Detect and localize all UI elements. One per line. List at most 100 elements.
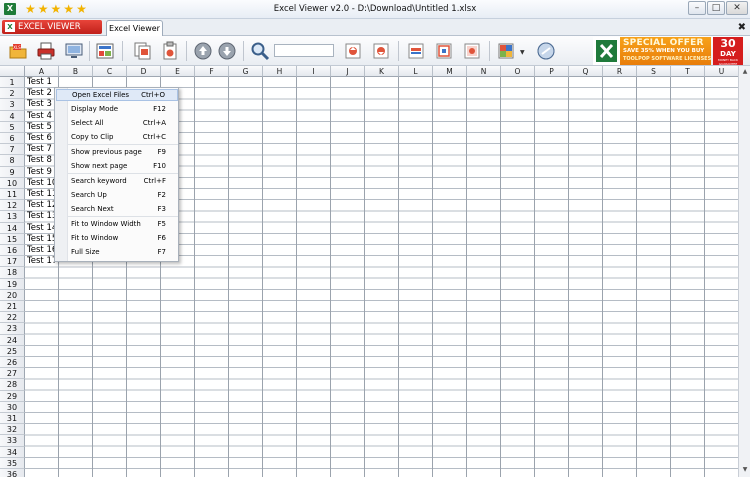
menu-item-show-next-page[interactable]: Show next page F10	[56, 160, 178, 172]
row-header[interactable]: 29	[0, 390, 25, 402]
row-header[interactable]: 28	[0, 379, 25, 391]
menu-item-open-excel-files[interactable]: Open Excel Files Ctrl+O	[56, 89, 178, 101]
maximize-button[interactable]: □	[707, 1, 725, 15]
column-header-t[interactable]: T	[671, 66, 705, 77]
row-header[interactable]: 23	[0, 323, 25, 335]
column-header-i[interactable]: I	[297, 66, 331, 77]
column-header-q[interactable]: Q	[569, 66, 603, 77]
help-button[interactable]	[536, 41, 556, 61]
select-all-button[interactable]	[95, 41, 115, 61]
column-header-f[interactable]: F	[195, 66, 229, 77]
row-header[interactable]: 12	[0, 200, 25, 212]
row-header[interactable]: 34	[0, 446, 25, 458]
scroll-up-arrow-icon[interactable]: ▲	[740, 67, 750, 77]
row-header[interactable]: 5	[0, 121, 25, 133]
column-header-u[interactable]: U	[705, 66, 738, 77]
vertical-scrollbar[interactable]: ▲ ▼	[738, 66, 750, 477]
search-button[interactable]	[250, 41, 270, 61]
row-header[interactable]: 19	[0, 278, 25, 290]
tab-excel-viewer[interactable]: Excel Viewer	[106, 20, 163, 36]
row-header[interactable]: 32	[0, 424, 25, 436]
column-header-l[interactable]: L	[399, 66, 433, 77]
menu-item-fit-to-window[interactable]: Fit to Window F6	[56, 232, 178, 244]
search-input[interactable]	[274, 44, 334, 57]
menu-item-search-next[interactable]: Search Next F3	[56, 203, 178, 215]
open-folder-button[interactable]: XLS	[8, 41, 28, 61]
row-header[interactable]: 30	[0, 401, 25, 413]
menu-item-search-up[interactable]: Search Up F2	[56, 189, 178, 201]
row-header[interactable]: 27	[0, 368, 25, 380]
full-size-button[interactable]	[462, 41, 482, 61]
row-header[interactable]: 2	[0, 88, 25, 100]
close-button[interactable]: ✕	[726, 1, 748, 15]
menu-item-show-previous-page[interactable]: Show previous page F9	[56, 146, 178, 158]
toolbar-separator	[243, 41, 244, 61]
column-header-s[interactable]: S	[637, 66, 671, 77]
row-header[interactable]: 3	[0, 99, 25, 111]
search-next-button[interactable]	[371, 41, 391, 61]
search-up-button[interactable]	[343, 41, 363, 61]
row-header[interactable]: 21	[0, 301, 25, 313]
fit-width-button[interactable]	[406, 41, 426, 61]
column-header-h[interactable]: H	[263, 66, 297, 77]
row-header[interactable]: 8	[0, 155, 25, 167]
menu-item-search-keyword[interactable]: Search keyword Ctrl+F	[56, 175, 178, 187]
column-header-d[interactable]: D	[127, 66, 161, 77]
row-header[interactable]: 15	[0, 233, 25, 245]
toolbar-separator	[489, 41, 490, 61]
row-header[interactable]: 14	[0, 222, 25, 234]
next-page-button[interactable]	[217, 41, 237, 61]
row-header[interactable]: 31	[0, 413, 25, 425]
row-header[interactable]: 22	[0, 312, 25, 324]
row-header[interactable]: 25	[0, 345, 25, 357]
row-header[interactable]: 6	[0, 133, 25, 145]
close-tab-icon[interactable]: ✖	[738, 19, 746, 36]
column-header-j[interactable]: J	[331, 66, 365, 77]
row-header[interactable]: 9	[0, 166, 25, 178]
row-header[interactable]: 16	[0, 245, 25, 257]
row-header[interactable]: 7	[0, 144, 25, 156]
column-header-r[interactable]: R	[603, 66, 637, 77]
row-header[interactable]: 11	[0, 189, 25, 201]
row-header[interactable]: 26	[0, 357, 25, 369]
column-header-a[interactable]: A	[25, 66, 59, 77]
column-header-m[interactable]: M	[433, 66, 467, 77]
menu-item-display-mode[interactable]: Display Mode F12	[56, 103, 178, 115]
display-mode-button[interactable]	[64, 41, 84, 61]
row-header[interactable]: 24	[0, 334, 25, 346]
column-header-c[interactable]: C	[93, 66, 127, 77]
scroll-down-arrow-icon[interactable]: ▼	[740, 465, 750, 475]
row-header[interactable]: 35	[0, 457, 25, 469]
row-header[interactable]: 18	[0, 267, 25, 279]
row-header[interactable]: 13	[0, 211, 25, 223]
print-button[interactable]	[36, 41, 56, 61]
column-header-p[interactable]: P	[535, 66, 569, 77]
ad-days-label: DAY	[720, 50, 736, 58]
menu-item-select-all[interactable]: Select All Ctrl+A	[56, 117, 178, 129]
row-header[interactable]: 4	[0, 110, 25, 122]
menu-item-full-size[interactable]: Full Size F7	[56, 246, 178, 258]
row-header[interactable]: 36	[0, 469, 25, 477]
column-header-g[interactable]: G	[229, 66, 263, 77]
menu-item-fit-to-window-width[interactable]: Fit to Window Width F5	[56, 218, 178, 230]
copy-button[interactable]	[132, 41, 152, 61]
column-header-k[interactable]: K	[365, 66, 399, 77]
column-header-b[interactable]: B	[59, 66, 93, 77]
row-header[interactable]: 10	[0, 177, 25, 189]
view-options-button[interactable]	[496, 41, 516, 61]
column-header-n[interactable]: N	[467, 66, 501, 77]
column-header-o[interactable]: O	[501, 66, 535, 77]
special-offer-banner[interactable]: SPECIAL OFFER SAVE 35% WHEN YOU BUY TOOL…	[593, 37, 750, 66]
row-header[interactable]: 1	[0, 77, 25, 89]
menu-item-copy-to-clip[interactable]: Copy to Clip Ctrl+C	[56, 131, 178, 143]
select-all-corner[interactable]	[0, 66, 25, 77]
fit-window-button[interactable]	[434, 41, 454, 61]
row-header[interactable]: 33	[0, 435, 25, 447]
chevron-down-icon[interactable]: ▼	[520, 50, 525, 56]
paste-button[interactable]	[160, 41, 180, 61]
previous-page-button[interactable]	[193, 41, 213, 61]
column-header-e[interactable]: E	[161, 66, 195, 77]
row-header[interactable]: 20	[0, 289, 25, 301]
minimize-button[interactable]: –	[688, 1, 706, 15]
row-header[interactable]: 17	[0, 256, 25, 268]
